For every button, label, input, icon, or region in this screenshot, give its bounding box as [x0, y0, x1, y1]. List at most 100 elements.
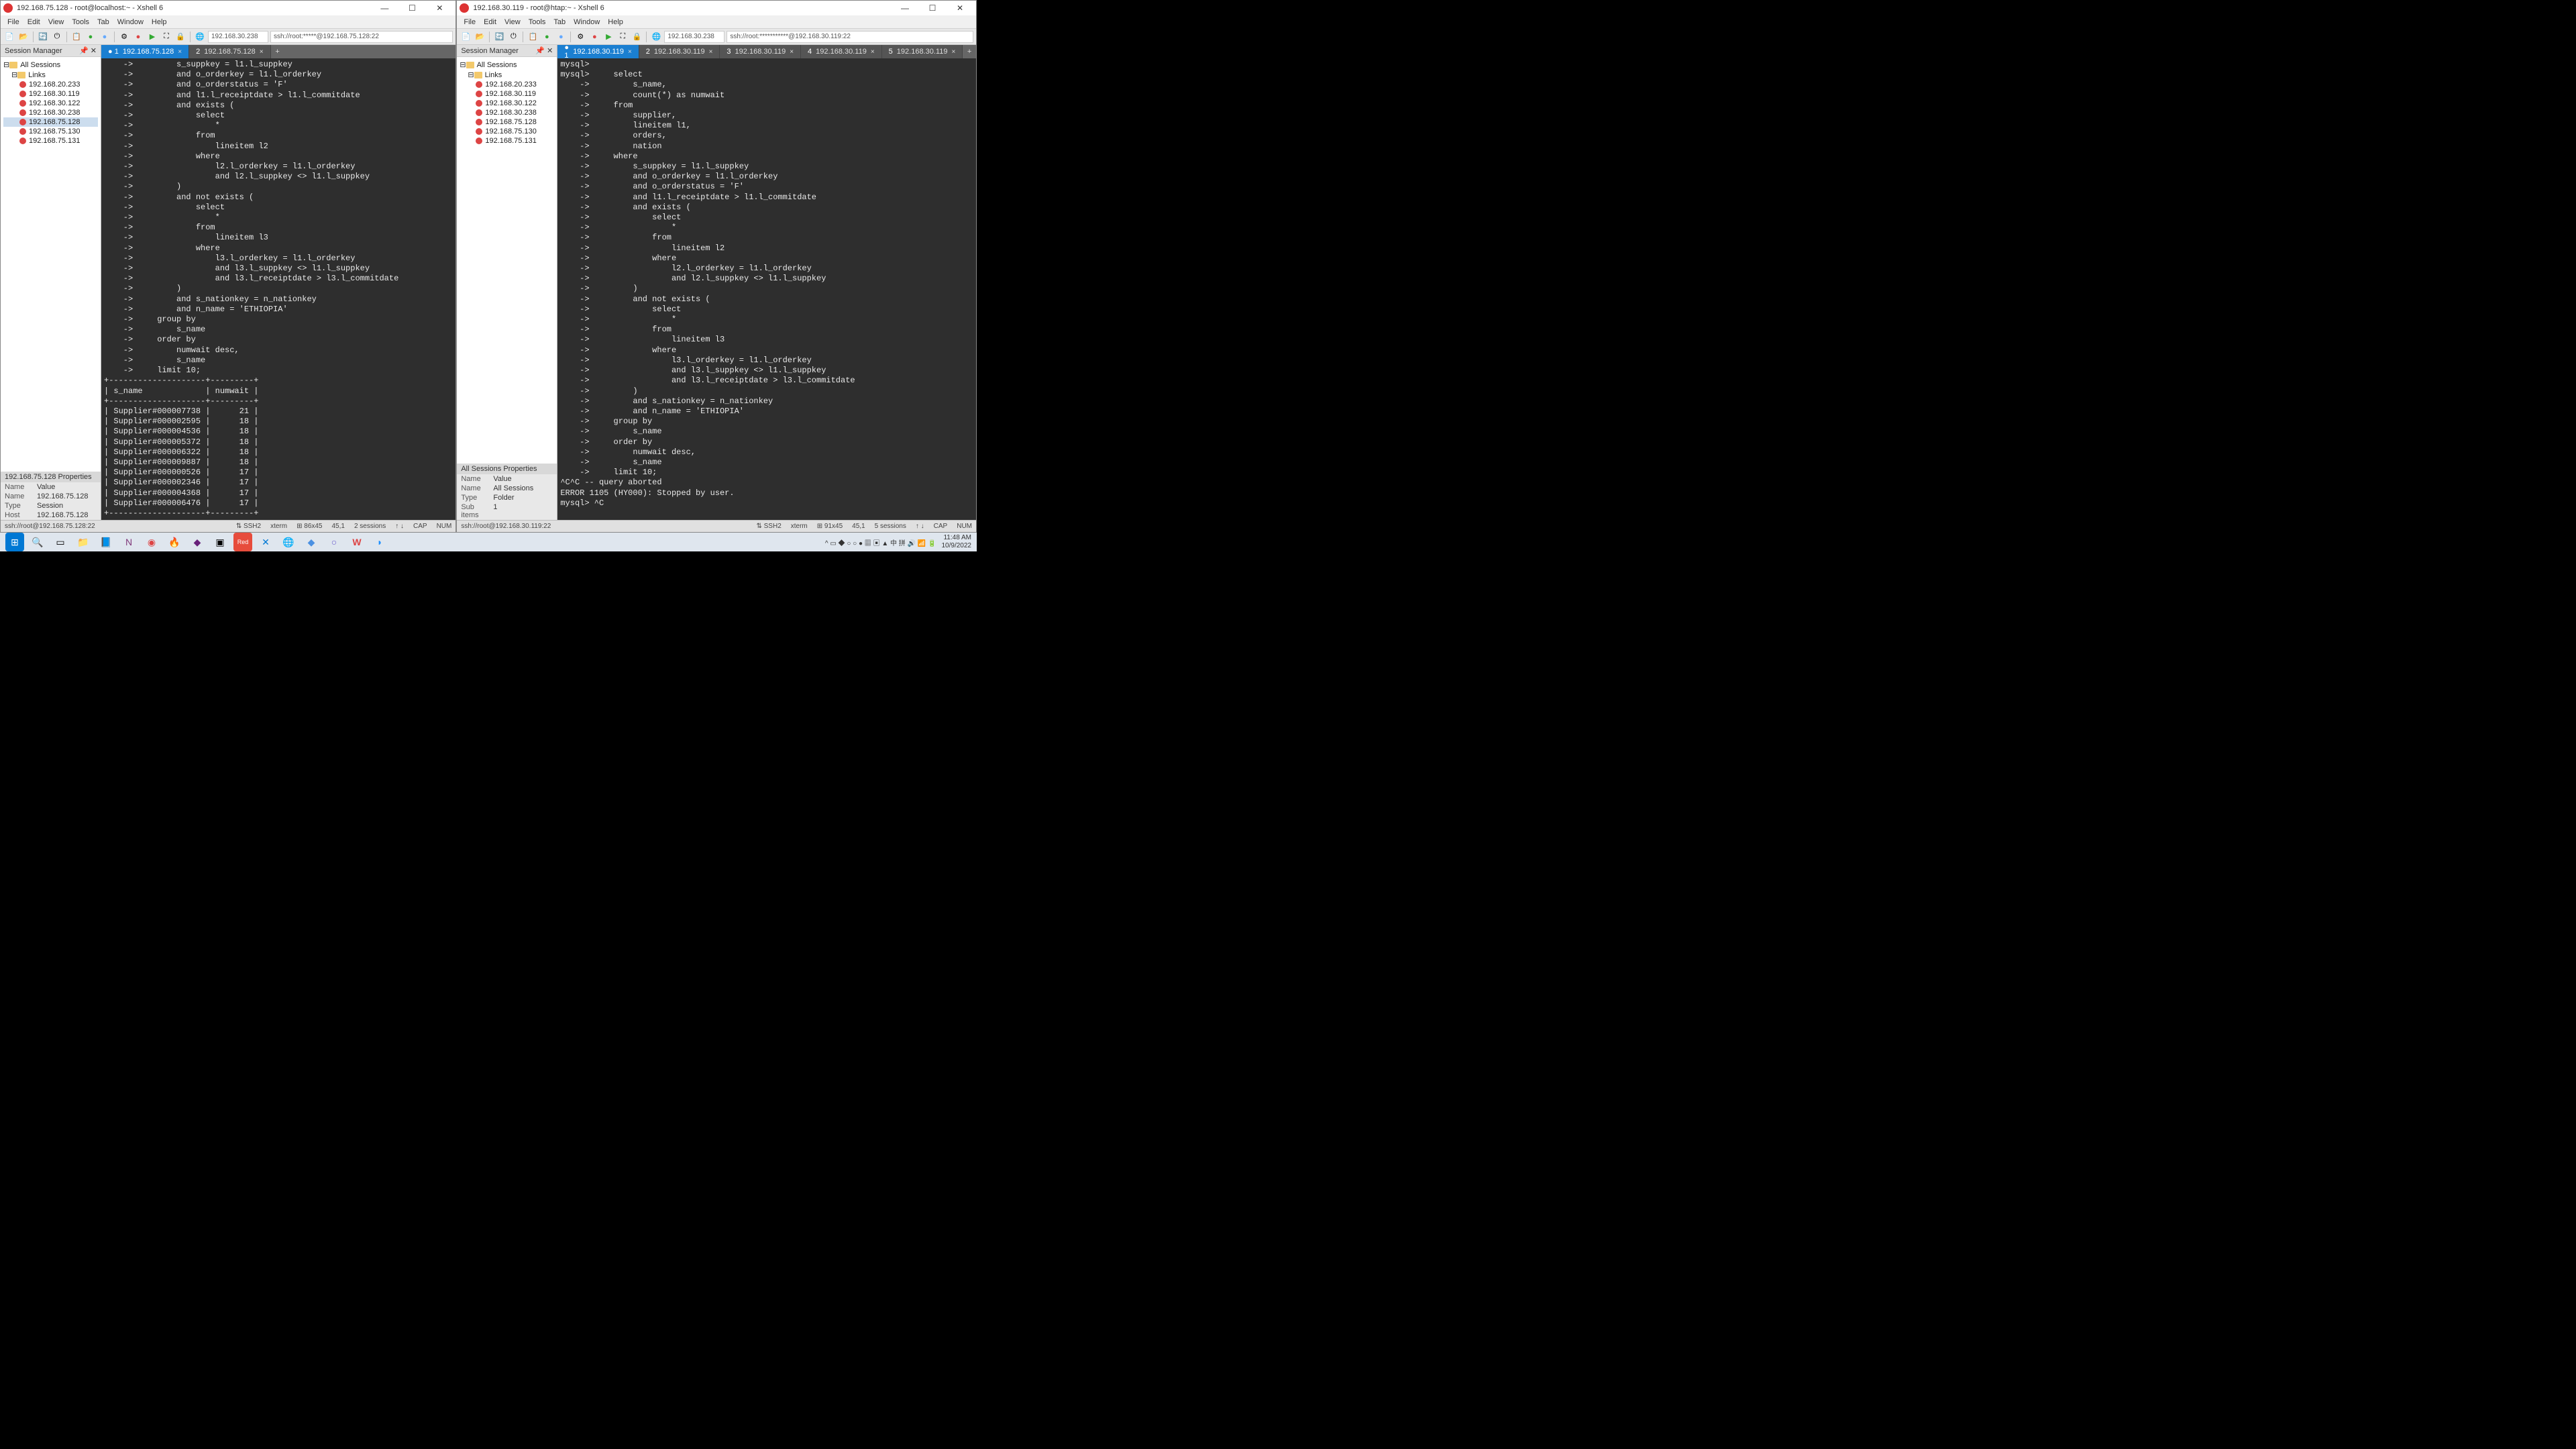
- session-tab[interactable]: 2 192.168.30.119 ×: [639, 45, 720, 58]
- app-icon[interactable]: 🔥: [165, 533, 184, 551]
- session-item[interactable]: 192.168.75.128: [460, 117, 554, 127]
- paste-icon[interactable]: ●: [541, 31, 553, 43]
- search-icon[interactable]: ●: [99, 31, 111, 43]
- menu-view[interactable]: View: [44, 18, 68, 26]
- vs-icon[interactable]: ◆: [188, 533, 207, 551]
- play-icon[interactable]: ▶: [146, 31, 158, 43]
- open-icon[interactable]: 📂: [474, 31, 486, 43]
- app-icon[interactable]: 📘: [97, 533, 115, 551]
- menu-help[interactable]: Help: [604, 18, 627, 26]
- session-tab[interactable]: 2 192.168.75.128 ×: [189, 45, 270, 58]
- titlebar-right[interactable]: 192.168.30.119 - root@htap:~ - Xshell 6 …: [457, 1, 976, 15]
- session-tab[interactable]: 3 192.168.30.119 ×: [720, 45, 801, 58]
- search-icon[interactable]: ●: [555, 31, 567, 43]
- lock-icon[interactable]: 🔒: [174, 31, 186, 43]
- session-item[interactable]: 192.168.75.131: [460, 136, 554, 146]
- terminal-right[interactable]: mysql> mysql> select -> s_name, -> count…: [557, 58, 976, 520]
- tab-close-icon[interactable]: ×: [790, 48, 794, 56]
- lock-icon[interactable]: 🔒: [631, 31, 643, 43]
- open-icon[interactable]: 📂: [17, 31, 30, 43]
- session-item[interactable]: 192.168.30.122: [460, 99, 554, 108]
- tab-close-icon[interactable]: ×: [260, 48, 264, 56]
- reconnect-icon[interactable]: 🔄: [493, 31, 505, 43]
- close-button[interactable]: ✕: [426, 1, 453, 15]
- globe-icon[interactable]: 🌐: [194, 31, 206, 43]
- session-item[interactable]: 192.168.75.130: [3, 127, 98, 136]
- new-icon[interactable]: 📄: [3, 31, 15, 43]
- menu-tab[interactable]: Tab: [549, 18, 570, 26]
- menu-help[interactable]: Help: [148, 18, 171, 26]
- explorer-icon[interactable]: 📁: [74, 533, 93, 551]
- reconnect-icon[interactable]: 🔄: [37, 31, 49, 43]
- disconnect-icon[interactable]: ⏻: [507, 31, 519, 43]
- menu-window[interactable]: Window: [113, 18, 148, 26]
- session-tree[interactable]: ⊟All Sessions ⊟Links 192.168.20.233192.1…: [457, 57, 557, 464]
- session-tab[interactable]: 4 192.168.30.119 ×: [801, 45, 882, 58]
- props-icon[interactable]: ⚙: [118, 31, 130, 43]
- paste-icon[interactable]: ●: [85, 31, 97, 43]
- session-item[interactable]: 192.168.75.131: [3, 136, 98, 146]
- tab-close-icon[interactable]: ×: [628, 48, 632, 56]
- terminal-icon[interactable]: ▣: [211, 533, 229, 551]
- session-item[interactable]: 192.168.75.130: [460, 127, 554, 136]
- minimize-button[interactable]: —: [371, 1, 398, 15]
- disconnect-icon[interactable]: ⏻: [51, 31, 63, 43]
- start-button[interactable]: ⊞: [5, 533, 24, 551]
- close-button[interactable]: ✕: [947, 1, 973, 15]
- menu-tools[interactable]: Tools: [68, 18, 93, 26]
- app-icon[interactable]: ✕: [256, 533, 275, 551]
- session-tab[interactable]: ● 1 192.168.30.119 ×: [557, 45, 639, 58]
- tab-close-icon[interactable]: ×: [871, 48, 875, 56]
- address-2[interactable]: ssh://root:***********@192.168.30.119:22: [727, 31, 973, 43]
- search-icon[interactable]: 🔍: [28, 533, 47, 551]
- taskview-icon[interactable]: ▭: [51, 533, 70, 551]
- fullscreen-icon[interactable]: ⛶: [616, 31, 629, 43]
- menu-tab[interactable]: Tab: [93, 18, 113, 26]
- minimize-button[interactable]: —: [892, 1, 918, 15]
- app-icon[interactable]: ◆: [302, 533, 321, 551]
- tab-add-button[interactable]: +: [963, 45, 976, 58]
- taskbar[interactable]: ⊞ 🔍 ▭ 📁 📘 N ◉ 🔥 ◆ ▣ Red ✕ 🌐 ◆ ○ W ◗ ^ ▭ …: [0, 533, 977, 551]
- onenote-icon[interactable]: N: [119, 533, 138, 551]
- play-icon[interactable]: ▶: [602, 31, 614, 43]
- terminal-left[interactable]: -> s_suppkey = l1.l_suppkey -> and o_ord…: [101, 58, 455, 520]
- chrome-icon[interactable]: 🌐: [279, 533, 298, 551]
- session-item[interactable]: 192.168.20.233: [3, 80, 98, 89]
- titlebar-left[interactable]: 192.168.75.128 - root@localhost:~ - Xshe…: [1, 1, 455, 15]
- tab-close-icon[interactable]: ×: [709, 48, 713, 56]
- menu-edit[interactable]: Edit: [23, 18, 44, 26]
- session-item[interactable]: 192.168.20.233: [460, 80, 554, 89]
- app-icon[interactable]: Red: [233, 533, 252, 551]
- session-item[interactable]: 192.168.30.238: [3, 108, 98, 117]
- globe-icon[interactable]: 🌐: [650, 31, 662, 43]
- session-item[interactable]: 192.168.30.238: [460, 108, 554, 117]
- tab-close-icon[interactable]: ×: [951, 48, 955, 56]
- props-icon[interactable]: ⚙: [574, 31, 586, 43]
- address-1[interactable]: 192.168.30.238: [208, 31, 268, 43]
- sm-pin-icon[interactable]: 📌 ✕: [79, 46, 97, 55]
- fullscreen-icon[interactable]: ⛶: [160, 31, 172, 43]
- maximize-button[interactable]: ☐: [398, 1, 425, 15]
- menu-tools[interactable]: Tools: [525, 18, 550, 26]
- address-1[interactable]: 192.168.30.238: [664, 31, 724, 43]
- sm-pin-icon[interactable]: 📌 ✕: [535, 46, 553, 55]
- copy-icon[interactable]: 📋: [527, 31, 539, 43]
- menu-file[interactable]: File: [460, 18, 480, 26]
- address-2[interactable]: ssh://root:*****@192.168.75.128:22: [270, 31, 453, 43]
- session-item[interactable]: 192.168.30.119: [3, 89, 98, 99]
- menu-edit[interactable]: Edit: [480, 18, 500, 26]
- rec-icon[interactable]: ●: [132, 31, 144, 43]
- maximize-button[interactable]: ☐: [919, 1, 946, 15]
- menu-window[interactable]: Window: [570, 18, 604, 26]
- session-tab[interactable]: ● 1 192.168.75.128 ×: [101, 45, 189, 58]
- app-icon[interactable]: ◉: [142, 533, 161, 551]
- session-tree[interactable]: ⊟All Sessions ⊟Links 192.168.20.233192.1…: [1, 57, 101, 472]
- session-item[interactable]: 192.168.30.119: [460, 89, 554, 99]
- new-icon[interactable]: 📄: [460, 31, 472, 43]
- menu-view[interactable]: View: [500, 18, 525, 26]
- menu-file[interactable]: File: [3, 18, 23, 26]
- tab-close-icon[interactable]: ×: [178, 48, 182, 56]
- session-item[interactable]: 192.168.75.128: [3, 117, 98, 127]
- app-icon[interactable]: ○: [325, 533, 343, 551]
- clock[interactable]: 11:48 AM 10/9/2022: [942, 534, 972, 550]
